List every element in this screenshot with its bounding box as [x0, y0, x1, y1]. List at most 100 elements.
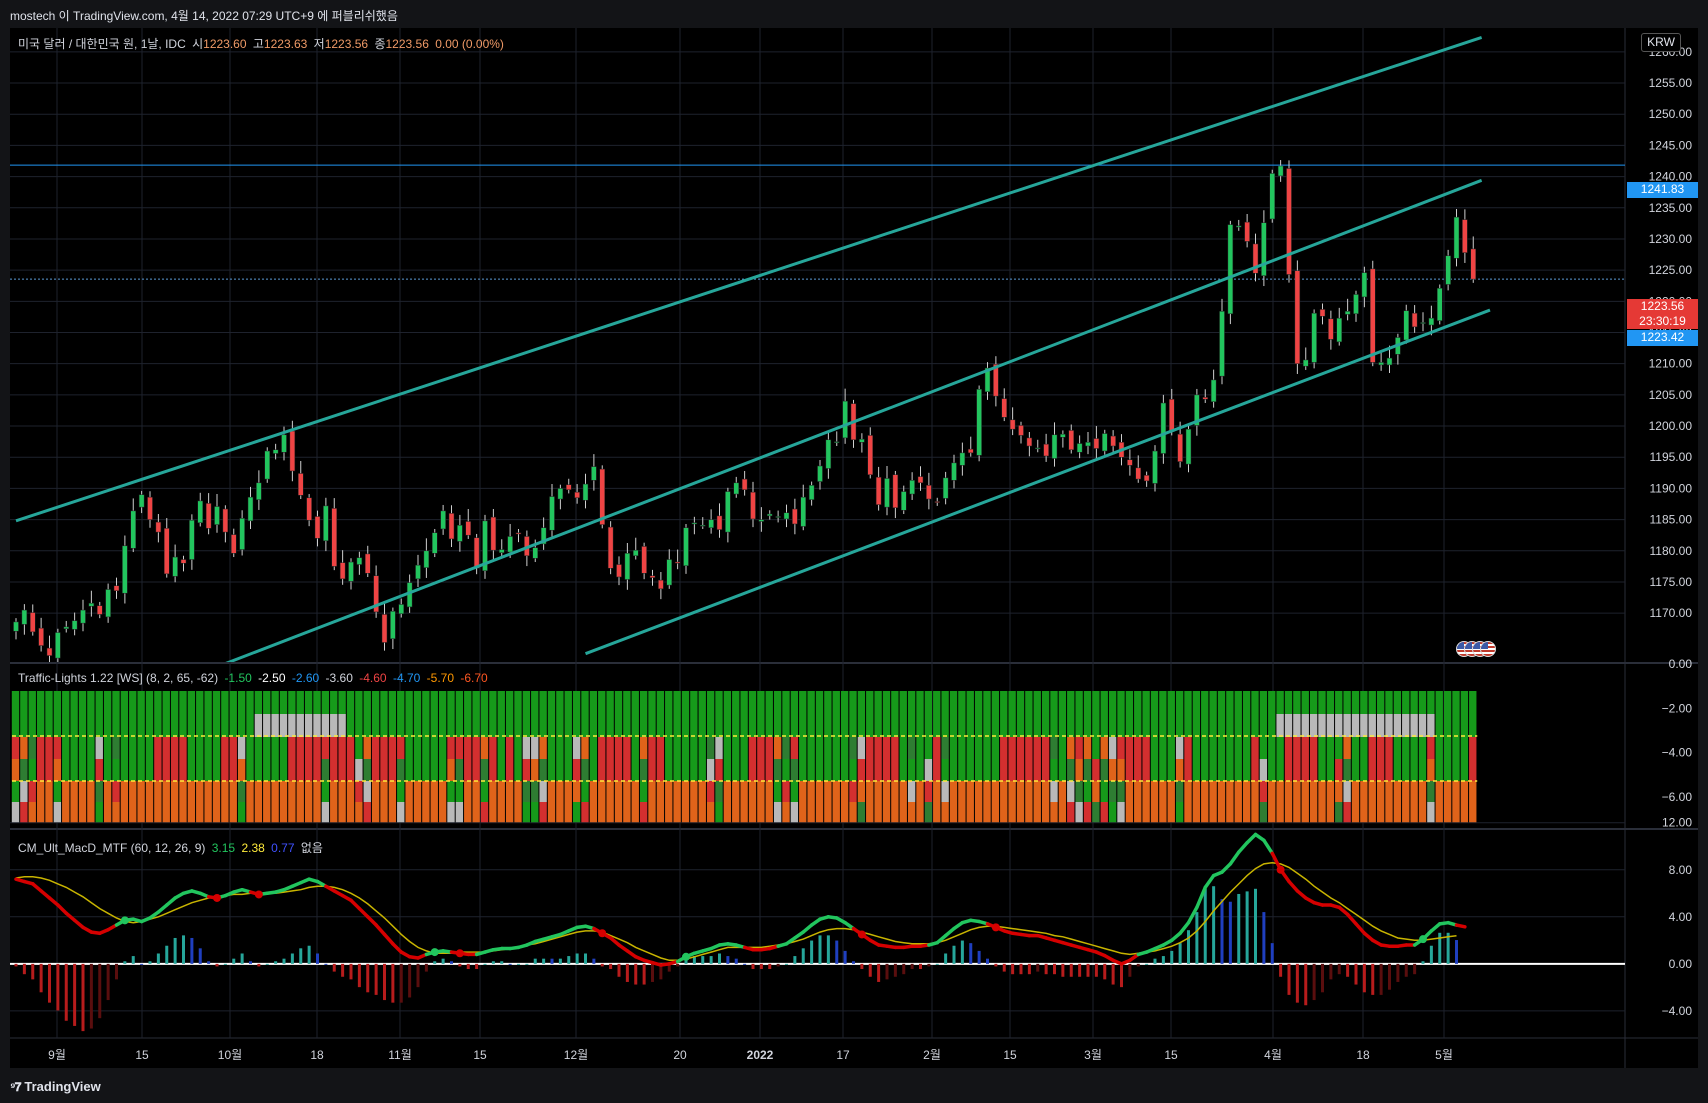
traffic-cell — [162, 759, 170, 781]
tradingview-brand[interactable]: ⁹𝟕 TradingView — [10, 1079, 101, 1095]
traffic-cell — [430, 737, 438, 759]
traffic-cell — [1427, 802, 1435, 823]
macd-histogram-bar — [609, 963, 613, 970]
macd-histogram-bar — [743, 963, 747, 965]
traffic-cell — [1100, 691, 1108, 714]
traffic-cell — [371, 802, 380, 823]
macd-histogram-bar — [1245, 891, 1249, 964]
traffic-cell — [882, 802, 891, 823]
macd-histogram-bar — [1069, 963, 1073, 977]
traffic-cell — [1050, 759, 1058, 781]
traffic-cell — [1309, 781, 1318, 802]
traffic-cell — [1368, 759, 1376, 781]
traffic-cell — [949, 714, 958, 737]
macd-histogram-bar — [1379, 963, 1383, 995]
traffic-cell — [572, 691, 581, 714]
traffic-cell — [221, 737, 229, 759]
traffic-cell — [103, 759, 112, 781]
traffic-cell — [539, 737, 547, 759]
candle — [298, 473, 304, 496]
traffic-cell — [355, 802, 363, 823]
traffic-cell — [1276, 714, 1284, 737]
traffic-cell — [304, 737, 313, 759]
currency-button[interactable]: KRW — [1641, 33, 1681, 52]
traffic-cell — [1460, 714, 1469, 737]
traffic-cell — [505, 802, 514, 823]
candle — [917, 476, 924, 484]
candle — [741, 478, 748, 490]
traffic-cell — [648, 691, 656, 714]
traffic-cell — [1393, 802, 1402, 823]
candle — [515, 532, 522, 535]
traffic-cell — [832, 714, 840, 737]
traffic-cell — [891, 802, 899, 823]
traffic-cell — [815, 714, 824, 737]
macd-histogram-bar — [768, 963, 772, 970]
traffic-cell — [1226, 691, 1234, 714]
traffic-cell — [639, 802, 648, 823]
chart-canvas[interactable]: 9월 15 10월 18 11월 15 12월 20 2022 17 2월 15 3월 15 4월 18 5월 1… — [10, 28, 1698, 1068]
traffic-cell — [1100, 781, 1108, 802]
traffic-cell — [882, 737, 891, 759]
traffic-cell — [1343, 691, 1351, 714]
traffic-cell — [949, 691, 958, 714]
high-value: 1223.63 — [263, 37, 308, 51]
x-axis-tick-label: 15 — [1164, 1048, 1178, 1062]
candle — [381, 614, 388, 643]
candle — [465, 521, 471, 536]
candle — [339, 562, 346, 580]
traffic-cell — [949, 802, 958, 823]
traffic-cell — [229, 759, 237, 781]
us-flag-icon[interactable] — [1480, 641, 1496, 657]
traffic-cell — [204, 802, 212, 823]
traffic-cell — [706, 759, 715, 781]
traffic-cell — [832, 759, 840, 781]
candle — [1294, 270, 1301, 364]
traffic-cell — [1309, 691, 1318, 714]
traffic-cell — [698, 759, 706, 781]
candle — [314, 516, 321, 539]
macd-title: CM_Ult_MacD_MTF (60, 12, 26, 9) — [18, 841, 206, 855]
traffic-cell — [832, 802, 840, 823]
traffic-cell — [1410, 737, 1418, 759]
traffic-cell — [1050, 714, 1058, 737]
candle — [440, 510, 446, 530]
macd-histogram-bar — [508, 963, 512, 965]
traffic-cell — [1209, 802, 1217, 823]
candle — [38, 627, 44, 646]
traffic-cell — [665, 781, 673, 802]
macd-line-segment — [349, 898, 362, 911]
traffic-cell — [874, 781, 882, 802]
traffic-cell — [254, 759, 263, 781]
macd-histogram-bar — [207, 961, 211, 964]
traffic-cell — [1201, 759, 1209, 781]
traffic-cell — [589, 802, 598, 823]
traffic-cell — [639, 691, 648, 714]
traffic-cell — [958, 759, 966, 781]
traffic-cell — [974, 802, 983, 823]
traffic-cell — [933, 714, 941, 737]
macd-histogram-bar — [927, 963, 931, 967]
candle — [1210, 379, 1217, 402]
traffic-cell — [1134, 714, 1142, 737]
traffic-cell — [1016, 691, 1025, 714]
traffic-cell — [748, 802, 757, 823]
traffic-cell — [547, 781, 556, 802]
traffic-cell — [1418, 737, 1427, 759]
traffic-cell — [263, 737, 271, 759]
macd-histogram-bar — [73, 963, 77, 1026]
macd-histogram-bar — [81, 963, 85, 1032]
x-axis-tick-label: 20 — [673, 1048, 687, 1062]
traffic-cell — [1452, 802, 1460, 823]
traffic-cell — [497, 781, 505, 802]
traffic-cell — [380, 802, 388, 823]
traffic-cell — [916, 691, 924, 714]
traffic-cell — [1268, 714, 1276, 737]
candle — [1227, 224, 1234, 315]
traffic-cell — [1402, 737, 1410, 759]
traffic-cell — [598, 802, 606, 823]
macd-histogram-bar — [408, 963, 412, 998]
macd-histogram-bar — [1111, 963, 1115, 985]
traffic-cell — [397, 737, 405, 759]
traffic-cell — [1251, 759, 1259, 781]
